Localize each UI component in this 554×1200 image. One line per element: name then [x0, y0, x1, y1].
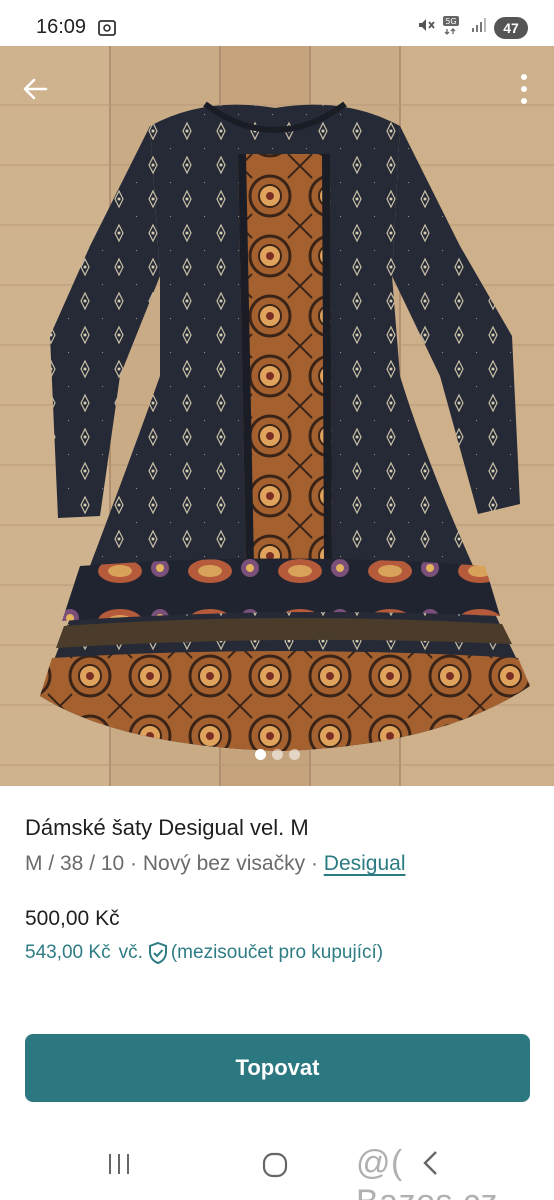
recents-icon[interactable] [105, 1152, 133, 1181]
battery-indicator: 47 [494, 16, 528, 39]
buyer-price-row[interactable]: 543,00 Kč vč. (mezisoučet pro kupující) [25, 940, 535, 966]
network-label: 5G [445, 17, 456, 26]
meta-separator: · [124, 852, 143, 875]
back-button[interactable] [14, 70, 56, 112]
more-options-button[interactable] [510, 70, 538, 112]
network-icon: 5G [442, 14, 464, 41]
gallery-dot[interactable] [254, 749, 266, 760]
buyer-price: 543,00 Kč [25, 942, 111, 963]
home-icon[interactable] [262, 1152, 288, 1183]
brand-link[interactable]: Desigual [324, 852, 406, 875]
nav-back-icon[interactable] [420, 1150, 442, 1181]
bump-button[interactable]: Topovat [25, 1034, 530, 1102]
price: 500,00 Kč [25, 907, 120, 930]
more-vertical-icon [520, 73, 528, 110]
condition-label: Nový bez visačky [142, 852, 306, 875]
signal-icon [470, 16, 488, 39]
buyer-price-note: (mezisoučet pro kupující) [170, 942, 384, 963]
status-bar: 16:09 5G 47 [0, 0, 554, 52]
watermark: @( Bazos.cz [356, 1144, 497, 1200]
listing-meta: M / 38 / 10 · Nový bez visačky · Desigua… [25, 850, 535, 878]
shield-check-icon [147, 941, 169, 965]
screenshot-icon [97, 18, 117, 43]
gallery-dot[interactable] [288, 749, 300, 760]
size-label: M / 38 / 10 [25, 852, 125, 875]
system-nav-bar: @( Bazos.cz [0, 1128, 554, 1200]
meta-separator: · [305, 852, 324, 875]
listing-info: Dámské šaty Desigual vel. M M / 38 / 10 … [25, 814, 535, 966]
gallery-dot[interactable] [271, 749, 283, 760]
status-icons: 5G 47 [416, 14, 528, 41]
mute-icon [416, 15, 436, 40]
buyer-price-suffix: vč. [118, 942, 143, 963]
status-time: 16:09 [36, 16, 87, 38]
arrow-left-icon [21, 75, 49, 108]
listing-photo[interactable] [0, 46, 554, 786]
gallery-pagination [0, 749, 554, 760]
listing-title: Dámské šaty Desigual vel. M [25, 815, 309, 840]
